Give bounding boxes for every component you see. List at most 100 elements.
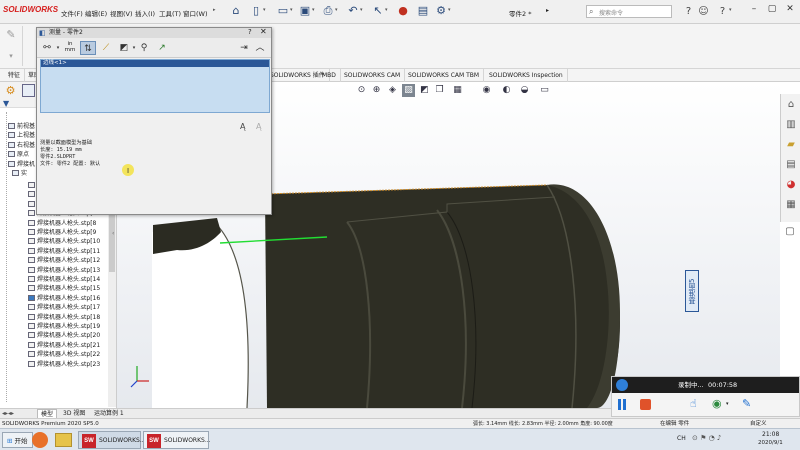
chevron-down-icon[interactable]: ▾: [726, 401, 729, 407]
tree-item-plane[interactable]: 焊接机: [8, 160, 35, 169]
taskbar-clock[interactable]: 21:08: [762, 431, 779, 438]
stop-icon[interactable]: [640, 399, 651, 410]
arc-circle-measurement-icon[interactable]: ⚯: [40, 41, 54, 55]
create-sensor-icon[interactable]: ↗: [155, 41, 169, 55]
minimize-icon[interactable]: –: [748, 2, 760, 16]
point-to-point-icon[interactable]: ⟋: [99, 41, 113, 55]
close-icon[interactable]: ✕: [784, 2, 796, 16]
rebuild-icon[interactable]: ●: [396, 4, 410, 18]
selected-edge-item[interactable]: 边线<1>: [41, 60, 269, 67]
chevron-down-icon[interactable]: ▾: [448, 7, 451, 13]
tree-item-plane[interactable]: 右视基: [8, 141, 35, 150]
measure-dialog-title[interactable]: 测量 - 零件2: [37, 28, 271, 38]
zoom-to-area-icon[interactable]: ⊕: [370, 84, 383, 97]
tree-item-body[interactable]: 焊接机器人枪头.stp[11: [28, 247, 100, 256]
projection-icon[interactable]: ◩: [117, 41, 131, 55]
pen-icon[interactable]: ✎: [742, 397, 751, 410]
menu-window[interactable]: 窗口(W): [183, 8, 208, 18]
tree-item-body[interactable]: 焊接机器人枪头.stp[9: [28, 228, 96, 237]
design-library-icon[interactable]: ▥: [784, 118, 798, 132]
tree-item-body[interactable]: 焊接机器人枪头.stp[18: [28, 313, 100, 322]
tree-item-plane[interactable]: 原点: [8, 150, 29, 159]
appearances-icon[interactable]: ◕: [784, 178, 798, 192]
tree-item-body[interactable]: 焊接机器人枪头.stp[13: [28, 266, 100, 275]
menu-edit[interactable]: 编辑(E): [85, 8, 107, 18]
sketch-tool-icon[interactable]: ✎: [4, 28, 18, 42]
firefox-icon[interactable]: [32, 432, 48, 448]
tree-item-plane[interactable]: 前视基: [8, 122, 35, 131]
tree-item-body[interactable]: 焊接机器人枪头.stp[21: [28, 341, 100, 350]
tab-mbd[interactable]: MBD: [318, 69, 341, 82]
show-xyz-measurements-icon[interactable]: ⇅: [80, 41, 96, 55]
dynamic-annotation-icon[interactable]: ◩: [418, 84, 431, 97]
tree-item-body[interactable]: 焊接机器人枪头.stp[17: [28, 303, 100, 312]
camera-icon[interactable]: ◉: [712, 397, 722, 410]
plane-label[interactable]: 基准面5: [685, 270, 699, 312]
previous-view-icon[interactable]: ◈: [386, 84, 399, 97]
menu-pin-icon[interactable]: ▸: [213, 7, 216, 13]
file-properties-icon[interactable]: ▤: [416, 4, 430, 18]
restore-icon[interactable]: ▢: [766, 2, 778, 16]
chevron-down-icon[interactable]: ▾: [729, 7, 732, 13]
units-precision-button[interactable]: in mm: [63, 41, 77, 53]
tree-item-body[interactable]: 焊接机器人枪头.stp[19: [28, 322, 100, 331]
solidworks-resources-icon[interactable]: ⌂: [784, 98, 798, 112]
new-document-icon[interactable]: ▯: [249, 4, 263, 18]
selection-list[interactable]: 边线<1>: [40, 59, 270, 113]
chevron-down-icon[interactable]: ▾: [385, 7, 388, 13]
chevron-down-icon[interactable]: ▾: [263, 7, 266, 13]
chevron-down-icon[interactable]: ▾: [335, 7, 338, 13]
options-gear-icon[interactable]: ⚙: [434, 4, 448, 18]
tree-item-body[interactable]: 焊接机器人枪头.stp[14: [28, 275, 100, 284]
close-icon[interactable]: ✕: [260, 27, 267, 36]
edit-appearance-icon[interactable]: ◐: [500, 84, 513, 97]
open-folder-icon[interactable]: ▭: [276, 4, 290, 18]
user-icon[interactable]: ☺: [697, 5, 710, 18]
chevron-down-icon[interactable]: ▾: [290, 7, 293, 13]
undo-icon[interactable]: ↶: [346, 4, 360, 18]
solidworks-logo[interactable]: SOLIDWORKS: [3, 5, 58, 14]
menu-tools[interactable]: 工具(T): [159, 8, 181, 18]
increase-text-size-icon[interactable]: Ą: [240, 122, 245, 131]
tab-features[interactable]: 特征: [4, 69, 26, 82]
view-orientation-icon[interactable]: ❒: [433, 84, 446, 97]
hide-show-items-icon[interactable]: ◉: [480, 84, 493, 97]
tab-solidworks-cam-tbm[interactable]: SOLIDWORKS CAM TBM: [404, 69, 485, 82]
collapse-panel-icon[interactable]: ‹: [112, 230, 114, 237]
help-icon[interactable]: ?: [682, 5, 695, 18]
taskbar-date[interactable]: 2020/9/1: [758, 440, 783, 446]
taskbar-solidworks-2[interactable]: SW SOLIDWORKS...: [143, 431, 211, 449]
help-circle-icon[interactable]: ?: [716, 5, 729, 18]
tree-item-body[interactable]: 焊接机器人枪头.stp[15: [28, 284, 100, 293]
menu-view[interactable]: 视图(V): [110, 8, 133, 18]
filter-icon[interactable]: ▼: [3, 99, 9, 108]
scroll-down-icon[interactable]: ▾: [4, 52, 18, 62]
search-commands-input[interactable]: ⌕ 搜索命令: [586, 5, 672, 18]
help-icon[interactable]: ?: [248, 28, 252, 36]
collapse-icon[interactable]: ︿: [253, 41, 267, 55]
home-icon[interactable]: ⌂: [229, 4, 243, 18]
chevron-down-icon[interactable]: ▾: [312, 7, 315, 13]
input-method-icon[interactable]: CH: [677, 435, 686, 442]
pointer-icon[interactable]: ☝: [690, 397, 697, 410]
view-palette-icon[interactable]: ▤: [784, 158, 798, 172]
measurement-history-icon[interactable]: ⚲: [137, 41, 151, 55]
tree-item-plane[interactable]: 上视基: [8, 131, 35, 140]
tab-solidworks-cam[interactable]: SOLIDWORKS CAM: [340, 69, 406, 82]
save-icon[interactable]: ▣: [298, 4, 312, 18]
zoom-to-fit-icon[interactable]: ⊙: [355, 84, 368, 97]
chevron-down-icon[interactable]: ▾: [55, 41, 61, 55]
menu-file[interactable]: 文件(F): [61, 8, 83, 18]
tree-item-body[interactable]: 焊接机器人枪头.stp[8: [28, 219, 96, 228]
decrease-text-size-icon[interactable]: Ą: [256, 122, 261, 131]
section-view-icon[interactable]: ▨: [402, 84, 415, 97]
feature-manager-tab-icon[interactable]: ⚙: [3, 83, 18, 98]
print-icon[interactable]: ⎙: [321, 4, 335, 18]
forum-icon[interactable]: ▢: [780, 222, 800, 242]
start-button[interactable]: ⊞ 开始: [2, 432, 33, 448]
taskbar-solidworks-1[interactable]: SW SOLIDWORKS...: [78, 431, 146, 449]
tree-item-solid-bodies[interactable]: 实: [12, 169, 27, 178]
file-explorer-icon[interactable]: [55, 433, 72, 447]
tree-item-body[interactable]: 焊接机器人枪头.stp[12: [28, 256, 100, 265]
chevron-right-icon[interactable]: ▸: [546, 7, 549, 14]
